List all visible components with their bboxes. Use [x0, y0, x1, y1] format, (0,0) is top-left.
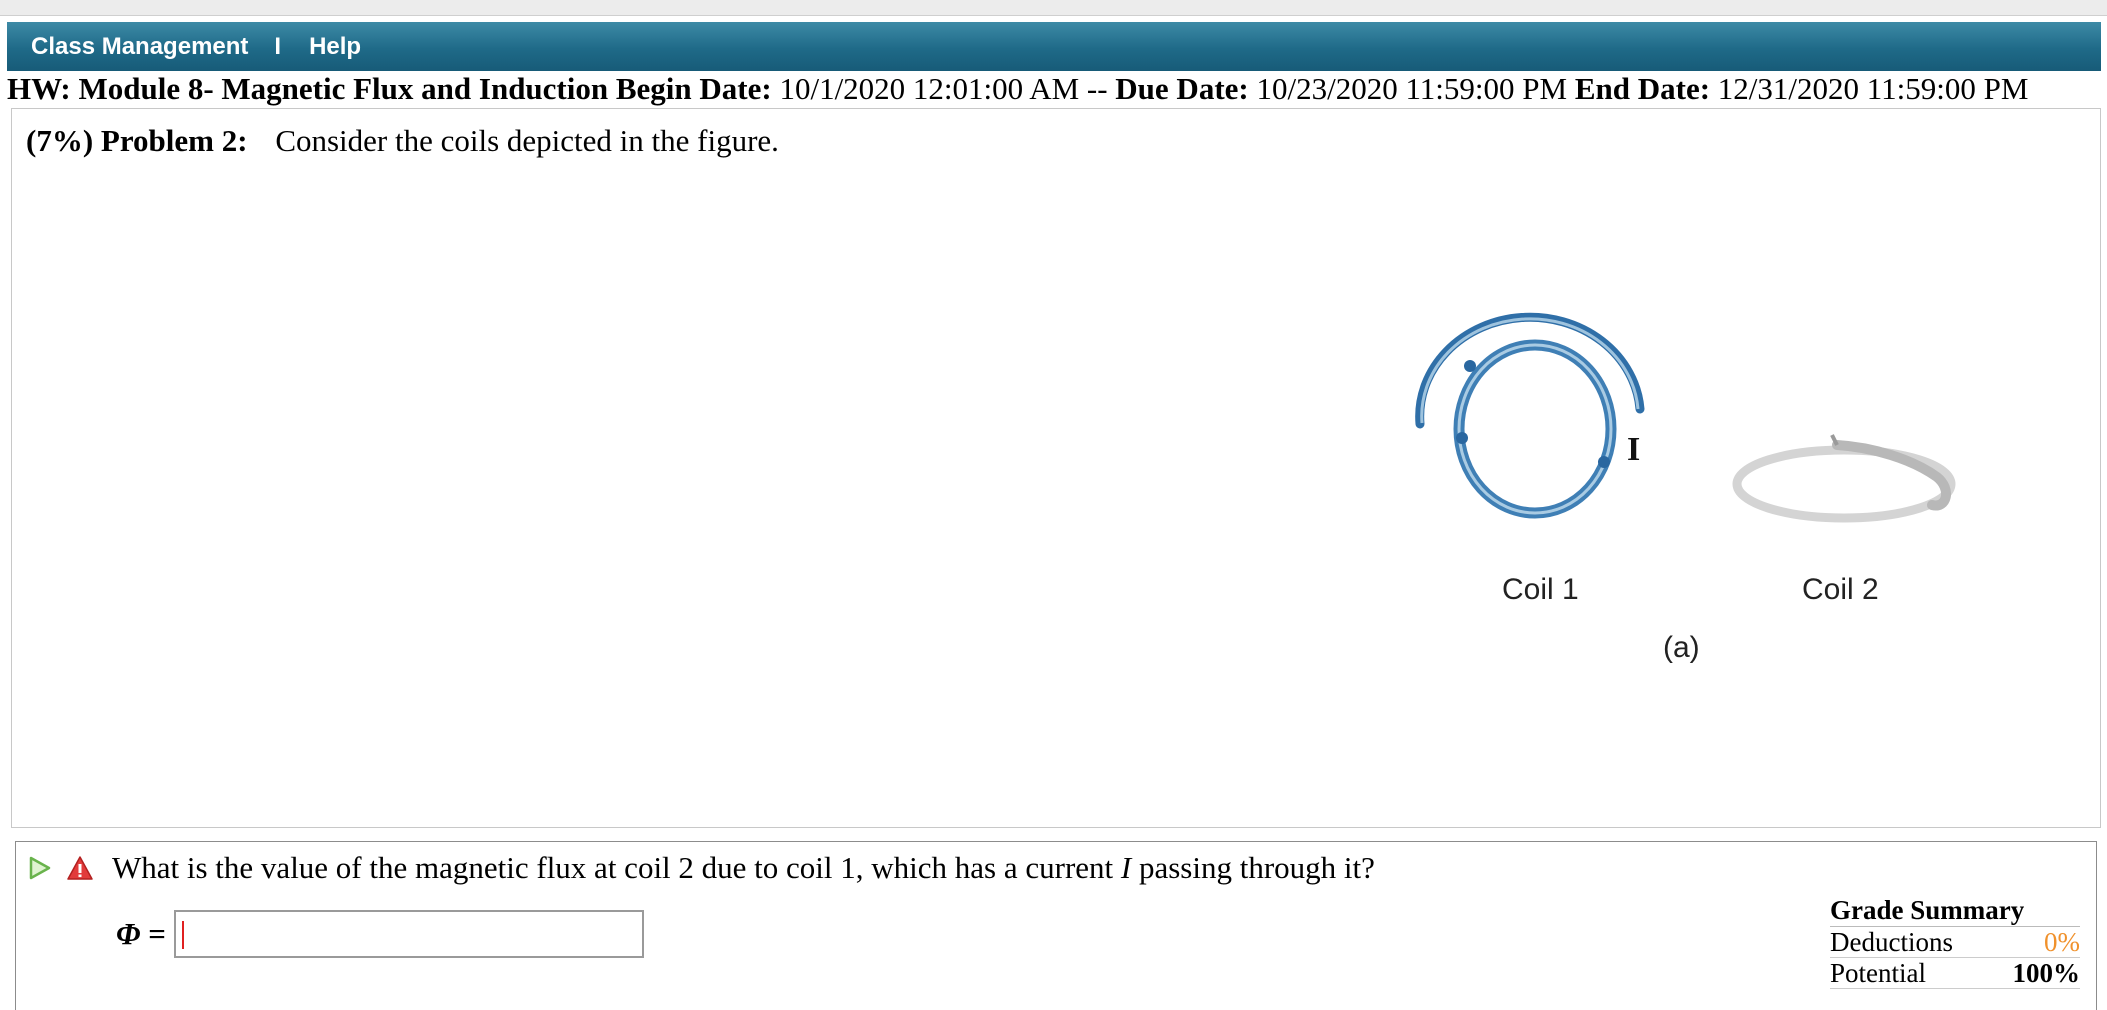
end-date-value: 12/31/2020 11:59:00 PM: [1717, 71, 2029, 106]
figure-caption: (a): [1663, 631, 1700, 664]
warning-icon: [67, 856, 93, 880]
coil-2-label: Coil 2: [1802, 573, 1879, 606]
top-navbar: Class Management I Help: [7, 22, 2101, 71]
nav-help[interactable]: Help: [281, 33, 361, 61]
current-symbol: I: [1120, 850, 1132, 885]
due-date-value: 10/23/2020 11:59:00 PM: [1256, 71, 1568, 106]
answer-label: Φ =: [116, 916, 166, 952]
browser-top-strip: [0, 0, 2107, 16]
assignment-header: HW: Module 8- Magnetic Flux and Inductio…: [7, 71, 2101, 107]
assignment-title: HW: Module 8- Magnetic Flux and Inductio…: [7, 71, 609, 106]
problem-statement: Consider the coils depicted in the figur…: [275, 123, 779, 158]
answer-input[interactable]: [173, 910, 644, 958]
potential-label: Potential: [1830, 958, 1926, 988]
nav-separator: I: [274, 32, 282, 60]
begin-date-value: 10/1/2020 12:01:00 AM --: [779, 71, 1108, 106]
coil-1-label: Coil 1: [1502, 573, 1579, 606]
problem-weight: (7%): [26, 123, 94, 158]
question-text: What is the value of the magnetic flux a…: [112, 850, 1375, 885]
begin-date-label: Begin Date:: [615, 71, 772, 106]
grade-summary-title: Grade Summary: [1830, 894, 2080, 927]
end-date-label: End Date:: [1574, 71, 1711, 106]
expand-play-icon[interactable]: [28, 855, 52, 881]
nav-class-management[interactable]: Class Management: [7, 33, 248, 61]
deductions-label: Deductions: [1830, 927, 1953, 957]
text-caret: [181, 921, 184, 949]
due-date-label: Due Date:: [1115, 71, 1249, 106]
problem-title: (7%) Problem 2: Consider the coils depic…: [26, 123, 779, 159]
coils-drawing: [1415, 312, 1956, 523]
question-row: What is the value of the magnetic flux a…: [28, 850, 1375, 886]
coils-figure: I Coil 1 Coil 2 (a): [1392, 209, 2032, 709]
potential-row: Potential 100%: [1830, 958, 2080, 989]
coil-2-graphic: [1732, 434, 1956, 523]
answer-row: Φ =: [116, 910, 644, 958]
deductions-value: 0%: [2044, 927, 2080, 957]
problem-panel: (7%) Problem 2: Consider the coils depic…: [11, 108, 2101, 828]
potential-value: 100%: [2012, 958, 2081, 988]
grade-summary: Grade Summary Deductions 0% Potential 10…: [1830, 894, 2080, 989]
phi-symbol: Φ: [116, 916, 141, 951]
question-box: What is the value of the magnetic flux a…: [15, 841, 2097, 1010]
coil-1-graphic: [1415, 312, 1645, 519]
equals-sign: =: [148, 916, 166, 951]
deductions-row: Deductions 0%: [1830, 927, 2080, 958]
problem-label: Problem 2:: [100, 123, 248, 158]
current-label: I: [1627, 431, 1641, 468]
